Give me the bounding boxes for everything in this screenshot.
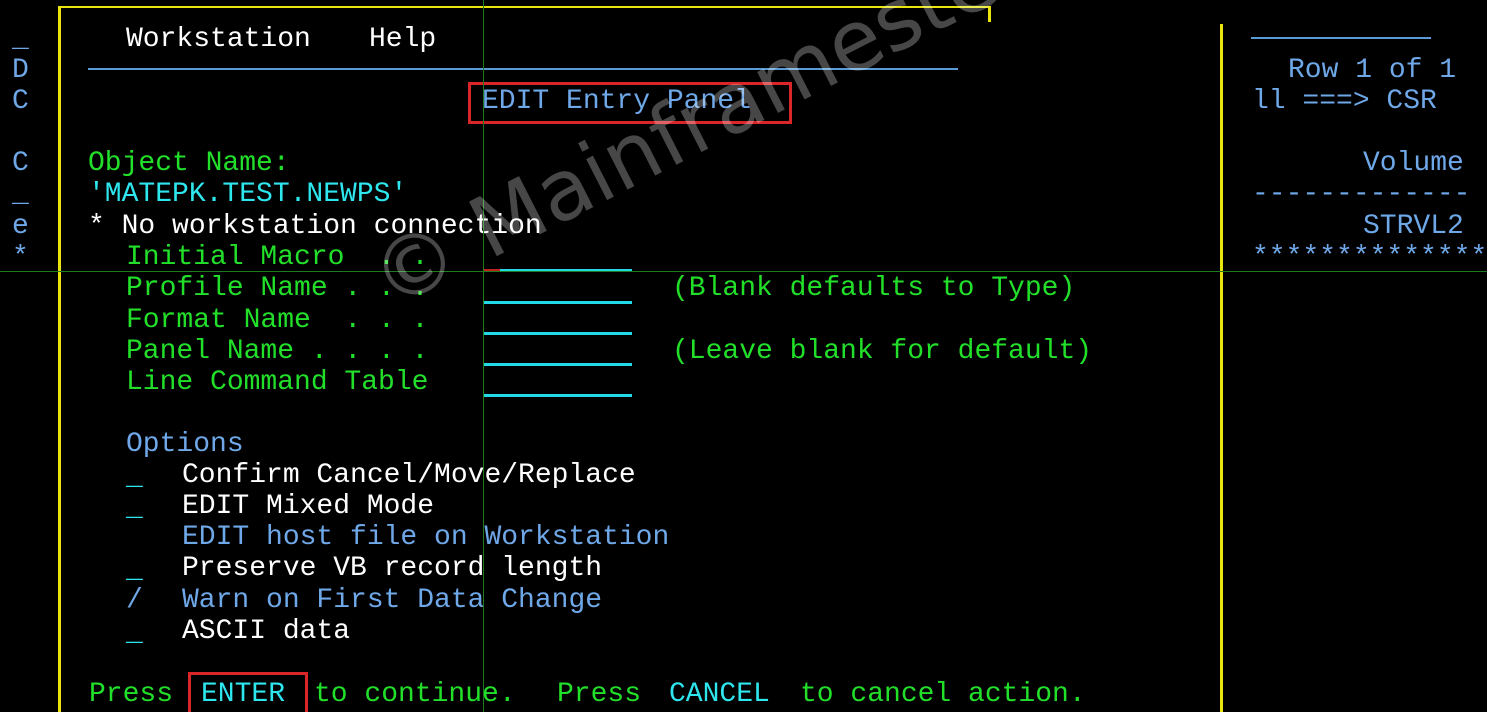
volume-header: Volume	[1363, 148, 1464, 179]
option-checkbox[interactable]: _	[126, 462, 143, 493]
bg-line-char: C	[12, 86, 29, 117]
dash-line: -------------	[1252, 179, 1471, 210]
cancel-key-label[interactable]: CANCEL	[669, 679, 770, 710]
cursor-crosshair-horizontal	[0, 271, 1487, 272]
footer-press-2: Press	[557, 679, 642, 710]
field-label-line-command-table: Line Command Table	[126, 367, 429, 398]
format-name-input[interactable]	[484, 332, 632, 335]
bg-line-char: _	[12, 24, 29, 55]
popup-left-border	[58, 6, 61, 712]
profile-name-input[interactable]	[484, 301, 632, 304]
option-checkbox[interactable]: _	[126, 555, 143, 586]
panel-name-hint: (Leave blank for default)	[672, 336, 1093, 367]
options-header: Options	[126, 429, 244, 460]
star-line: **************	[1252, 242, 1487, 273]
popup-top-right-corner	[988, 6, 991, 22]
row-info: Row 1 of 1	[1288, 55, 1457, 86]
bg-line-char: D	[12, 55, 29, 86]
footer-continue: to continue.	[314, 679, 516, 710]
menu-separator	[88, 68, 958, 70]
panel-name-input[interactable]	[484, 363, 632, 366]
status-message: * No workstation connection	[88, 211, 542, 242]
option-label-edit-host-file: EDIT host file on Workstation	[182, 522, 670, 553]
line-command-table-input[interactable]	[484, 394, 632, 397]
bg-line-char: e	[12, 211, 29, 242]
cursor-crosshair-vertical	[483, 0, 484, 712]
option-label-mixed-mode: EDIT Mixed Mode	[182, 491, 435, 522]
object-name-label: Object Name:	[88, 148, 290, 179]
scroll-field[interactable]: ll ===> CSR	[1252, 86, 1437, 117]
bg-line-char: _	[12, 179, 29, 210]
popup-right-border	[1220, 24, 1223, 712]
field-label-format-name: Format Name . . .	[126, 305, 429, 336]
option-label-preserve-vb: Preserve VB record length	[182, 553, 603, 584]
option-label-confirm-cancel: Confirm Cancel/Move/Replace	[182, 460, 636, 491]
option-label-ascii-data: ASCII data	[182, 616, 351, 647]
enter-highlight-box	[188, 672, 308, 712]
volume-value: STRVL2	[1363, 211, 1464, 242]
footer-cancel-action: to cancel action.	[800, 679, 1086, 710]
profile-name-hint: (Blank defaults to Type)	[672, 273, 1076, 304]
menu-workstation[interactable]: Workstation	[126, 24, 311, 55]
option-checkbox-selected[interactable]: /	[126, 585, 143, 616]
footer-press: Press	[89, 679, 174, 710]
right-divider	[1251, 37, 1431, 39]
option-label-warn-first-change: Warn on First Data Change	[182, 585, 603, 616]
menu-help[interactable]: Help	[369, 24, 436, 55]
field-label-panel-name: Panel Name . . . .	[126, 336, 429, 367]
field-label-initial-macro: Initial Macro . .	[126, 242, 429, 273]
field-label-profile-name: Profile Name . . .	[126, 273, 429, 304]
bg-line-char: *	[12, 242, 29, 273]
option-checkbox[interactable]: _	[126, 493, 143, 524]
object-name-value[interactable]: 'MATEPK.TEST.NEWPS'	[88, 179, 407, 210]
title-highlight-box	[468, 82, 792, 124]
option-checkbox[interactable]: _	[126, 618, 143, 649]
bg-line-char: C	[12, 148, 29, 179]
popup-top-border	[58, 6, 990, 8]
